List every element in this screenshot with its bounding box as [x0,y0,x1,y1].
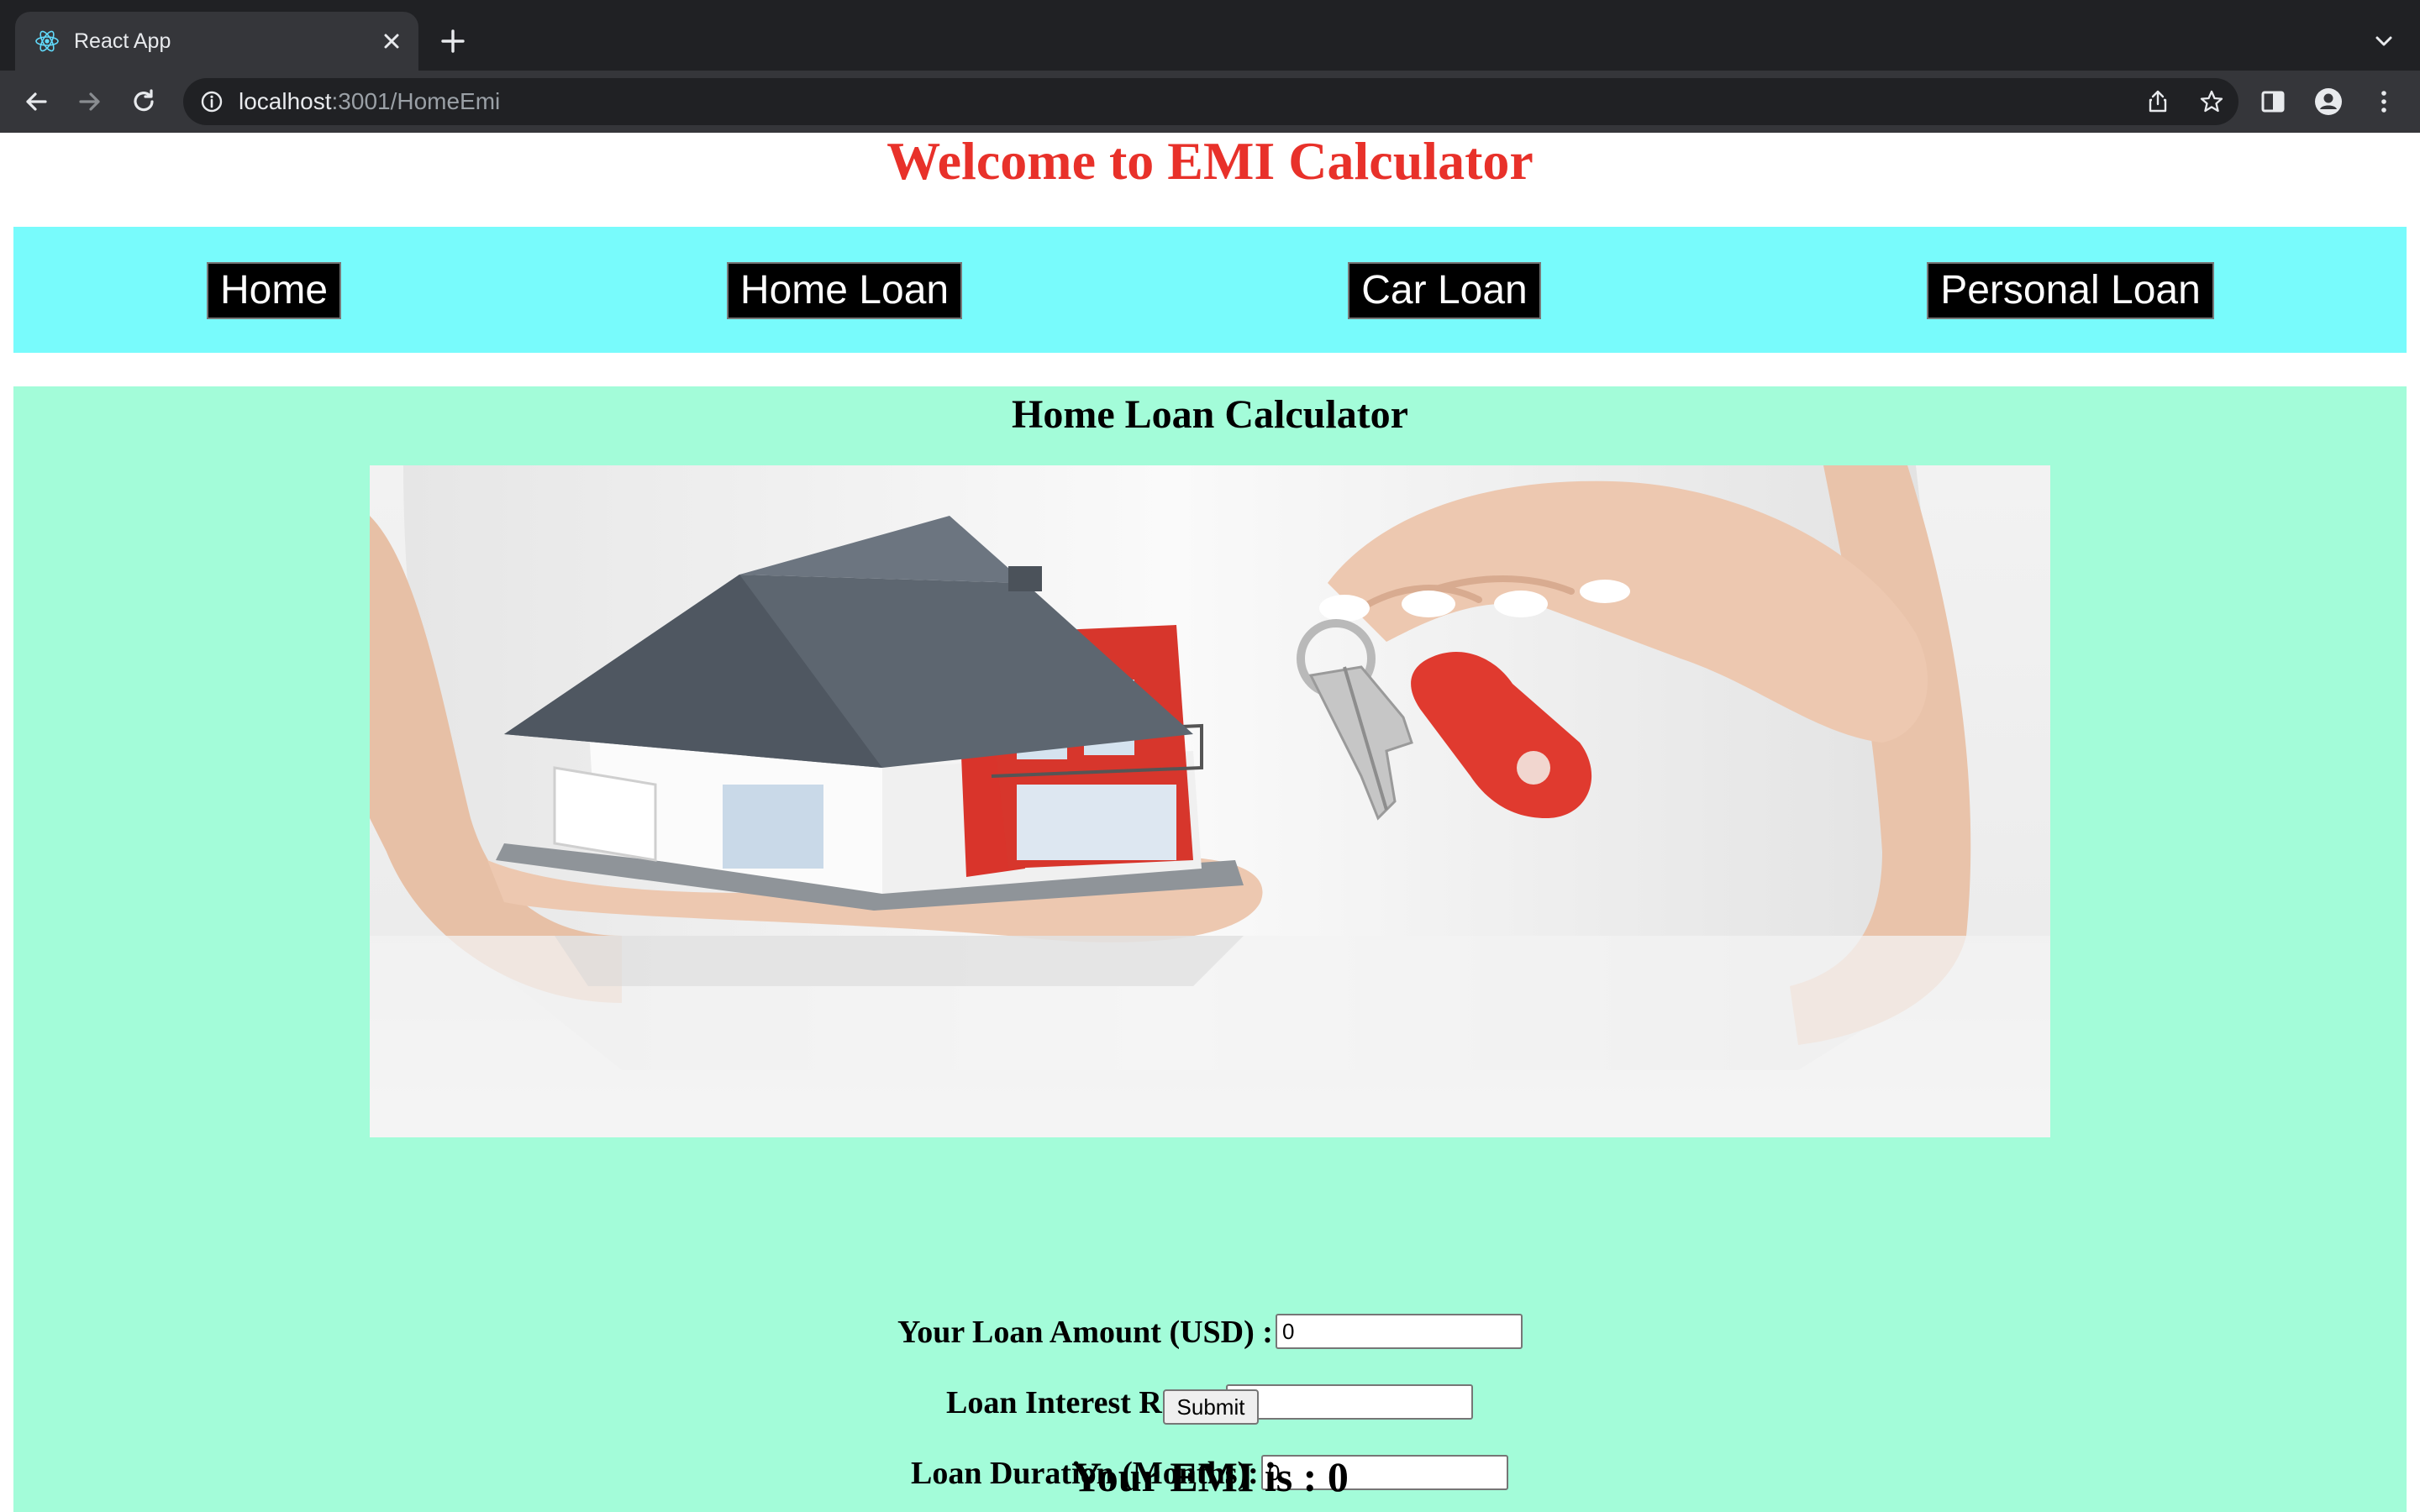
browser-toolbar: localhost:3001/HomeEmi [0,71,2420,133]
nav-home-loan-button[interactable]: Home Loan [727,262,962,319]
nav-bar: Home Home Loan Car Loan Personal Loan [13,227,2407,353]
site-info-icon[interactable] [198,88,225,115]
nav-home-button[interactable]: Home [207,262,341,319]
reload-icon[interactable] [128,86,160,118]
share-icon[interactable] [2144,88,2171,115]
tab-title: React App [74,29,171,53]
page-viewport: Welcome to EMI Calculator Home Home Loan… [0,133,2420,1512]
loan-amount-row: Your Loan Amount (USD) : [13,1314,2407,1351]
profile-avatar-icon[interactable] [2312,86,2344,118]
loan-amount-input[interactable] [1276,1314,1523,1349]
url-path: :3001/HomeEmi [331,88,501,114]
url-text[interactable]: localhost:3001/HomeEmi [239,87,500,116]
nav-car-loan-button[interactable]: Car Loan [1348,262,1541,319]
address-bar[interactable]: localhost:3001/HomeEmi [183,78,2238,125]
loan-amount-label: Your Loan Amount (USD) : [897,1315,1273,1350]
browser-tab[interactable]: React App [15,12,418,71]
close-tab-icon[interactable] [376,26,407,56]
calculator-title: Home Loan Calculator [1012,392,1408,437]
house-and-keys-illustration [370,465,2050,1137]
calculator-panel: Home Loan Calculator Your Loan Amount (U… [13,386,2407,1512]
tab-search-chevron-icon[interactable] [2371,29,2396,54]
bookmark-star-icon[interactable] [2198,88,2225,115]
submit-button[interactable]: Submit [1163,1389,1259,1425]
forward-arrow-icon[interactable] [74,86,106,118]
home-loan-image [370,465,2050,1137]
side-panel-icon[interactable] [2257,86,2289,118]
emi-result-text: Your EMI is : 0 [1071,1453,1349,1500]
browser-tab-strip: React App [0,0,2420,71]
url-host: localhost [239,88,332,114]
page-heading: Welcome to EMI Calculator [886,133,1534,191]
interest-rate-input[interactable] [1226,1384,1473,1420]
new-tab-plus-icon[interactable] [437,25,469,57]
react-logo-icon [35,30,59,52]
kebab-menu-icon[interactable] [2368,86,2400,118]
back-arrow-icon[interactable] [20,86,52,118]
nav-personal-loan-button[interactable]: Personal Loan [1927,262,2214,319]
